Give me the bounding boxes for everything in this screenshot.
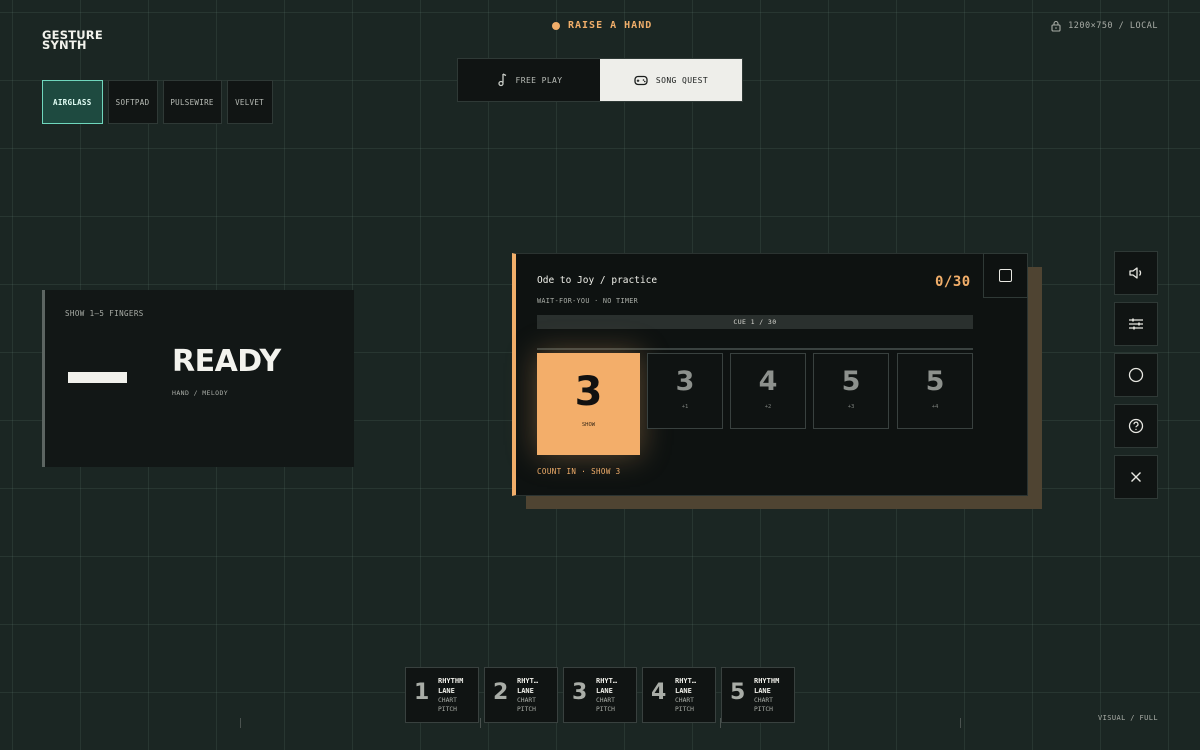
session-info: 1200×750 / LOCAL [1051,20,1158,32]
preset-button-softpad[interactable]: SOFTPAD [107,80,158,124]
tab-free-play[interactable]: FREE PLAY [458,59,600,101]
lane-line-1: RHYTHM [754,677,780,685]
lane-line-4: PITCH [675,706,694,713]
lane-line-4: PITCH [596,706,615,713]
upcoming-note: 4 +2 [730,353,806,429]
lane-button-3[interactable]: 3 RHYTHM LANE CHART PITCH [563,667,637,723]
sliders-icon [1129,318,1143,330]
lane-line-3: CHART [675,697,694,704]
tab-free-play-label: FREE PLAY [515,75,563,85]
lane-line-4: PITCH [754,706,773,713]
stop-icon [999,269,1012,282]
score-counter: 0/30 [935,274,971,290]
resolution-text: 1200×750 / LOCAL [1068,21,1158,31]
lane-number: 4 [651,680,667,705]
lane-line-3: CHART [754,697,773,704]
lane-line-3: CHART [438,697,457,704]
cue-progress-bar: CUE 1 / 30 [537,315,973,329]
mode-tabs: FREE PLAY SONG QUEST [457,58,743,102]
help-icon [1128,418,1144,434]
lane-line-3: CHART [596,697,615,704]
lane-line-3: CHART [517,697,536,704]
lane-button-2[interactable]: 2 RHYTHM LANE CHART PITCH [484,667,558,723]
ready-title: READY [172,344,281,379]
preset-button-pulsewire[interactable]: PULSEWIRE [162,80,222,124]
preset-button-airglass[interactable]: AIRGLASS [42,80,103,124]
hand-status-text: RAISE A HAND [568,20,653,31]
stop-button[interactable] [983,253,1028,298]
lane-line-4: PITCH [517,706,536,713]
lane-button-1[interactable]: 1 RHYTHM LANE CHART PITCH [405,667,479,723]
lane-line-2: LANE [675,687,692,695]
app-logo: GESTURE SYNTH [42,29,103,51]
view-mode-toggle[interactable]: VISUAL / FULL [1098,714,1158,722]
upcoming-note-offset: +1 [681,404,689,410]
mixer-button[interactable] [1114,302,1158,346]
preset-button-velvet[interactable]: VELVET [226,80,273,124]
lane-line-2: LANE [517,687,534,695]
timeline-tick [960,718,961,728]
upcoming-note-offset: +2 [764,404,772,410]
upcoming-note-number: 5 [925,366,945,397]
preset-selector: AIRGLASS SOFTPAD PULSEWIRE VELVET [42,80,273,124]
tab-song-quest[interactable]: SONG QUEST [600,59,742,101]
count-in-text: COUNT IN · SHOW 3 [537,467,621,476]
lane-line-2: LANE [438,687,455,695]
lane-number: 3 [572,680,588,705]
song-card: Ode to Joy / practice WAIT-FOR-YOU · NO … [512,253,1028,496]
upcoming-note-offset: +3 [847,404,855,410]
lane-line-2: LANE [596,687,613,695]
lock-icon [1051,20,1061,32]
song-title: Ode to Joy / practice [537,275,658,286]
volume-button[interactable] [1114,251,1158,295]
lane-line-2: LANE [754,687,771,695]
card-divider [537,348,973,350]
upcoming-note-number: 4 [758,366,778,397]
timeline-tick [480,718,481,728]
upcoming-note: 5 +3 [813,353,889,429]
close-icon [1131,472,1141,482]
upcoming-note-number: 3 [675,366,695,397]
lane-line-4: PITCH [438,706,457,713]
cue-text: CUE 1 / 30 [733,318,777,326]
lane-button-4[interactable]: 4 RHYTHM LANE CHART PITCH [642,667,716,723]
status-dot-icon [552,21,560,30]
lane-number: 2 [493,680,509,705]
gesture-ready-panel: SHOW 1–5 FINGERS READY HAND / MELODY [42,290,354,467]
record-button[interactable] [1114,353,1158,397]
timeline-tick [720,718,721,728]
upcoming-note: 5 +4 [897,353,973,429]
record-icon [1128,367,1144,383]
gesture-indicator-bar [68,372,127,383]
lane-line-1: RHYTHM [596,677,620,685]
lane-line-1: RHYTHM [438,677,464,685]
gamepad-icon [634,75,648,85]
close-button[interactable] [1114,455,1158,499]
lane-number: 5 [730,680,746,705]
lane-line-1: RHYTHM [517,677,541,685]
upcoming-note: 3 +1 [647,353,723,429]
lane-number: 1 [414,680,430,705]
current-note-number: 3 [574,369,603,415]
lane-line-1: RHYTHM [675,677,699,685]
help-button[interactable] [1114,404,1158,448]
song-meta: WAIT-FOR-YOU · NO TIMER [537,297,639,305]
lane-button-5[interactable]: 5 RHYTHM LANE CHART PITCH [721,667,795,723]
gesture-hint: SHOW 1–5 FINGERS [65,309,144,318]
current-note: 3 SHOW [537,353,640,455]
current-note-label: SHOW [581,422,596,428]
timeline-tick [240,718,241,728]
upcoming-note-offset: +4 [931,404,939,410]
volume-icon [1129,267,1142,279]
upcoming-note-number: 5 [841,366,861,397]
ready-subtitle: HAND / MELODY [172,389,229,397]
tab-song-quest-label: SONG QUEST [655,75,709,85]
music-note-icon [497,73,506,87]
hand-status: RAISE A HAND [552,20,652,31]
